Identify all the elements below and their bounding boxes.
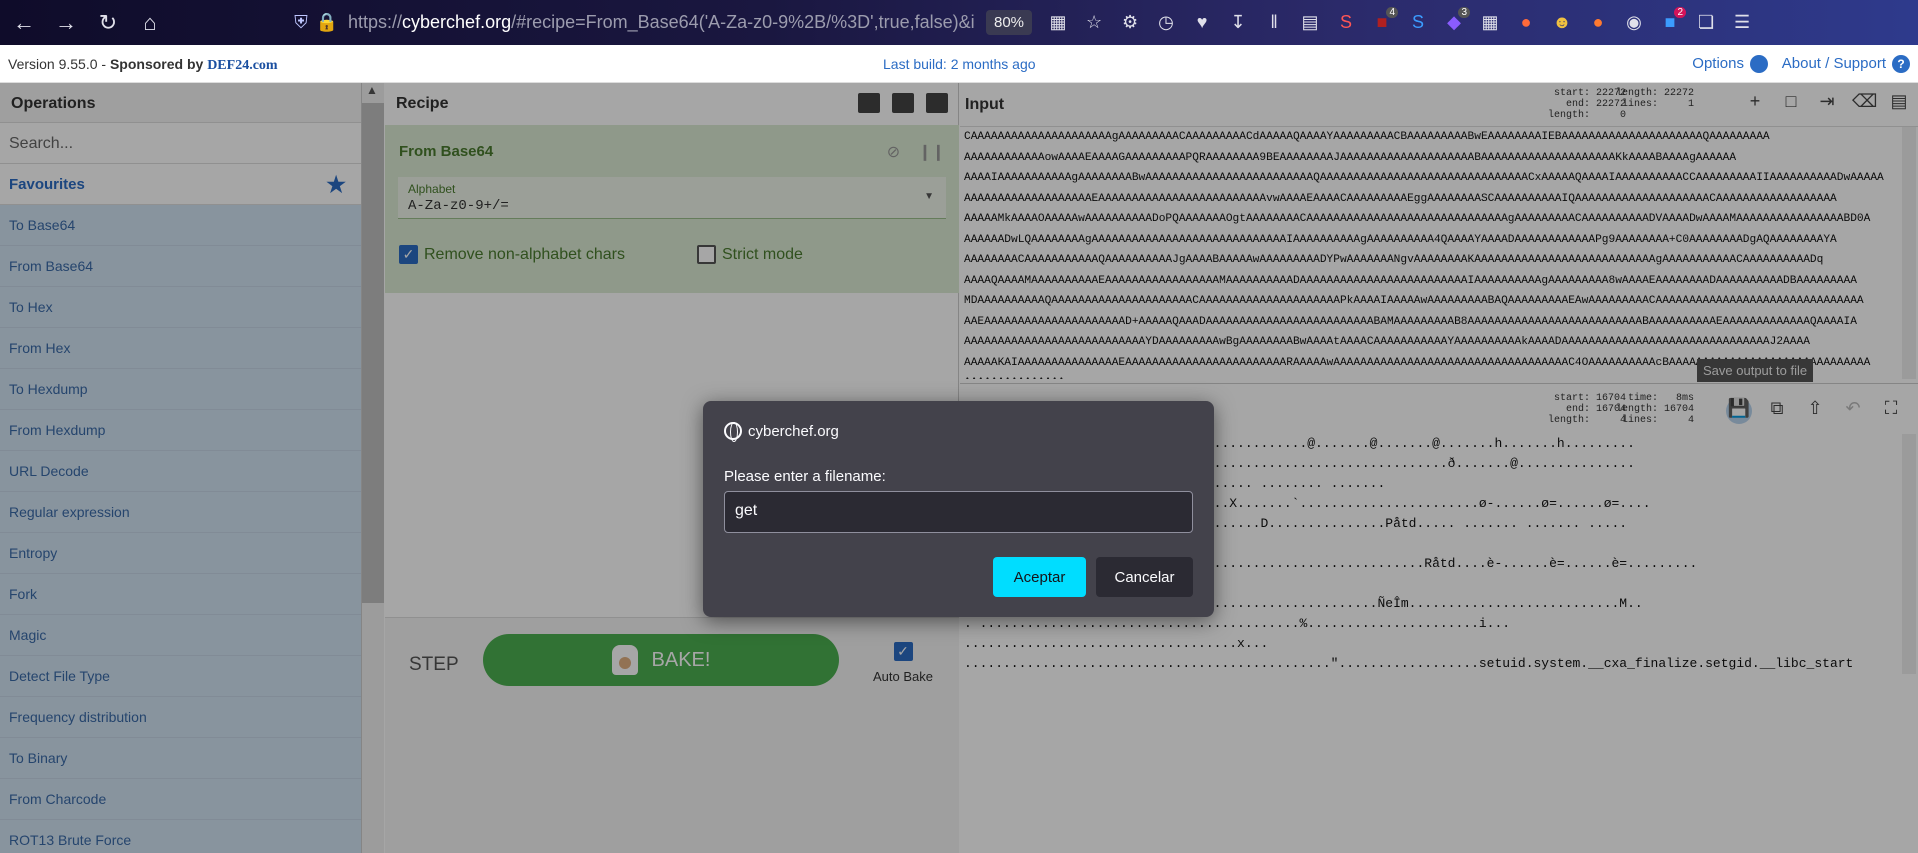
- extension-purple-icon[interactable]: ◆ 3: [1436, 5, 1472, 41]
- filename-input[interactable]: get: [724, 491, 1193, 533]
- accept-button[interactable]: Aceptar: [993, 557, 1086, 597]
- options-button[interactable]: Options: [1692, 55, 1768, 74]
- tracking-shield-icon[interactable]: ⛨: [288, 10, 314, 36]
- tampermonkey-icon[interactable]: ☻: [1544, 5, 1580, 41]
- download-icon[interactable]: ↧: [1220, 5, 1256, 41]
- notifier-icon[interactable]: ■ 2: [1652, 5, 1688, 41]
- back-icon[interactable]: ←: [6, 5, 42, 41]
- dialog-origin: cyberchef.org: [748, 422, 839, 440]
- dialog-prompt: Please enter a filename:: [724, 468, 886, 485]
- sponsor-link[interactable]: DEF24.com: [207, 58, 277, 73]
- bookmark-star-icon[interactable]: ☆: [1076, 5, 1112, 41]
- settings-gear-icon[interactable]: ⚙: [1112, 5, 1148, 41]
- forward-icon[interactable]: →: [48, 5, 84, 41]
- help-icon: ?: [1892, 55, 1910, 74]
- extension-s-blue-icon[interactable]: S: [1400, 5, 1436, 41]
- browser-toolbar: ← → ↻ ⌂ ⛨ 🔒 https://cyberchef.org/#recip…: [0, 0, 1918, 45]
- reader-view-icon[interactable]: ▤: [1292, 5, 1328, 41]
- library-icon[interactable]: ‖: [1256, 5, 1292, 41]
- pocket-icon[interactable]: ♥: [1184, 5, 1220, 41]
- cyberchef-banner: Version 9.55.0 - Sponsored by DEF24.com …: [0, 45, 1918, 83]
- cancel-button[interactable]: Cancelar: [1096, 557, 1193, 597]
- ublock-icon[interactable]: ■ 4: [1364, 5, 1400, 41]
- version-info: Version 9.55.0 - Sponsored by DEF24.com: [8, 56, 278, 74]
- dialog-header: cyberchef.org: [724, 422, 839, 442]
- about-support-button[interactable]: About / Support?: [1782, 55, 1910, 74]
- reload-icon[interactable]: ↻: [90, 5, 126, 41]
- duckduckgo-icon[interactable]: ●: [1508, 5, 1544, 41]
- history-icon[interactable]: ◷: [1148, 5, 1184, 41]
- menu-icon[interactable]: ☰: [1724, 5, 1760, 41]
- apps-icon[interactable]: ▦: [1472, 5, 1508, 41]
- extensions-puzzle-icon[interactable]: ❏: [1688, 5, 1724, 41]
- extension-s-red-icon[interactable]: S: [1328, 5, 1364, 41]
- filename-prompt-dialog: cyberchef.org Please enter a filename: g…: [703, 401, 1214, 617]
- globe-icon: [724, 422, 742, 442]
- fox-icon[interactable]: ●: [1580, 5, 1616, 41]
- sponsored-text: Sponsored by: [109, 56, 208, 72]
- url-text[interactable]: https://cyberchef.org/#recipe=From_Base6…: [348, 12, 975, 33]
- zoom-level[interactable]: 80%: [986, 10, 1033, 35]
- url-bar[interactable]: ⛨ 🔒 https://cyberchef.org/#recipe=From_B…: [288, 7, 978, 39]
- extensions-grid-icon[interactable]: ▦: [1040, 5, 1076, 41]
- cookie-icon[interactable]: ◉: [1616, 5, 1652, 41]
- version-text: Version 9.55.0 -: [8, 56, 110, 72]
- options-gear-icon: [1750, 55, 1768, 74]
- last-build: Last build: 2 months ago: [883, 56, 1036, 72]
- lock-icon[interactable]: 🔒: [314, 10, 340, 36]
- home-icon[interactable]: ⌂: [132, 5, 168, 41]
